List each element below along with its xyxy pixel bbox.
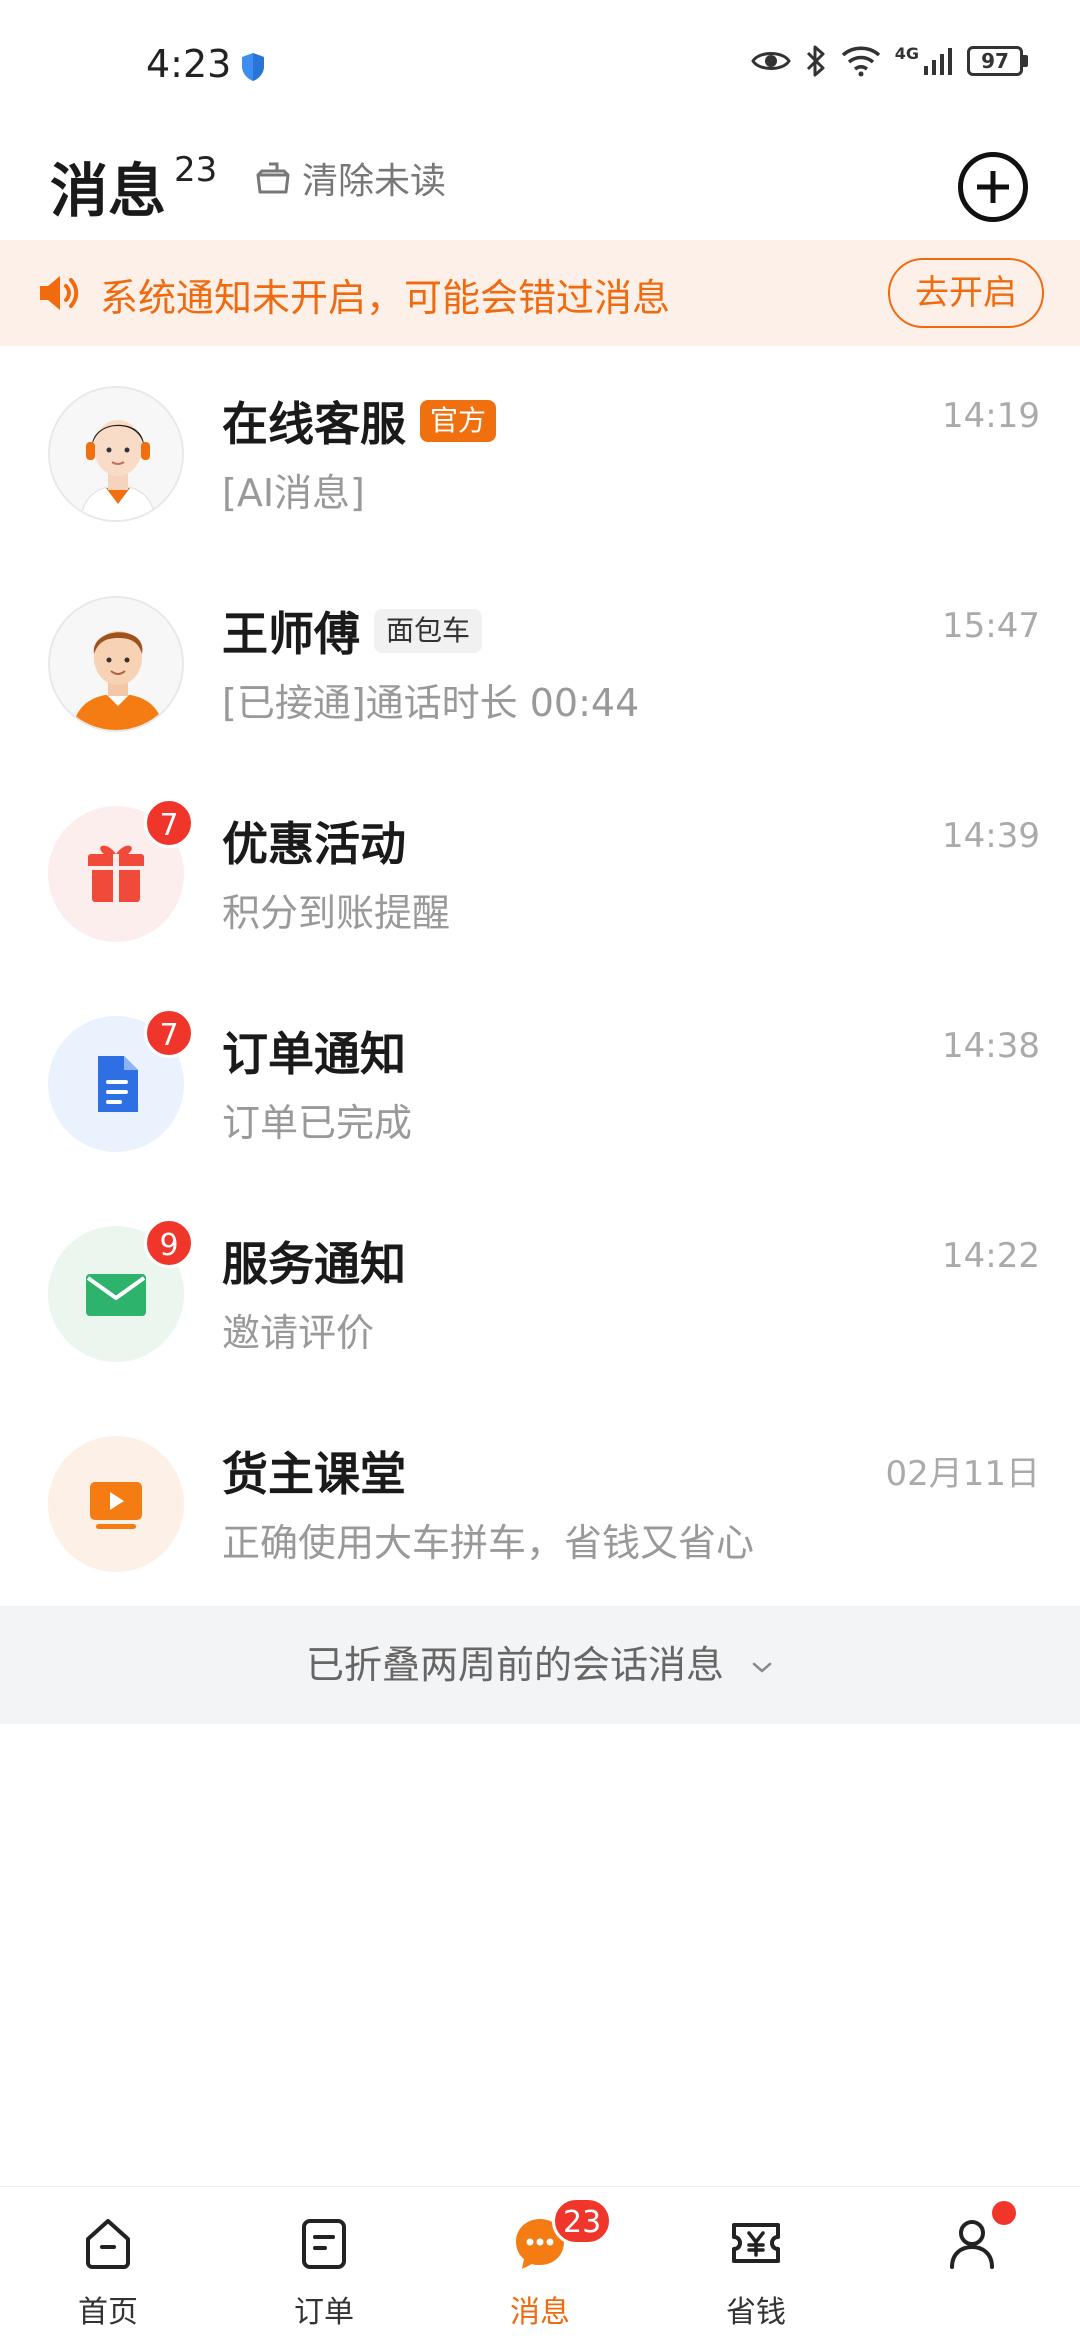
- nav-label: 省钱: [726, 2295, 786, 2330]
- conversation-name: 王师傅: [222, 607, 360, 661]
- status-time: 4:23: [146, 42, 232, 86]
- clear-unread-label: 清除未读: [302, 161, 447, 202]
- broom-icon: [256, 162, 290, 194]
- unread-badge: 7: [144, 1008, 194, 1058]
- signal-icon: [924, 48, 952, 75]
- conversation-preview: 邀请评价: [222, 1311, 375, 1355]
- conversation-item-customer-service[interactable]: 在线客服 官方 [AI消息] 14:19: [0, 346, 1080, 556]
- bottom-navigation: 首页 订单 23 消息 省钱: [0, 2186, 1080, 2340]
- clear-unread-button[interactable]: 清除未读: [254, 152, 446, 204]
- conversation-preview: 订单已完成: [222, 1101, 413, 1145]
- banner-text: 系统通知未开启，可能会错过消息: [100, 276, 671, 320]
- status-icons: 4G 97: [750, 43, 1028, 78]
- eye-icon: [750, 52, 791, 70]
- nav-save-money[interactable]: 省钱: [648, 2187, 864, 2340]
- profile-icon: [950, 2220, 994, 2269]
- nav-orders[interactable]: 订单: [216, 2187, 432, 2340]
- profile-notification-dot: [992, 2201, 1016, 2225]
- page-title: 消息: [50, 157, 167, 225]
- nav-messages[interactable]: 23 消息: [432, 2187, 648, 2340]
- conversation-item-order-notice[interactable]: 7 订单通知 订单已完成 14:38: [0, 976, 1080, 1186]
- conversation-item-service-notice[interactable]: 9 服务通知 邀请评价 14:22: [0, 1186, 1080, 1396]
- folded-conversations-bar[interactable]: 已折叠两周前的会话消息: [0, 1606, 1080, 1724]
- conversation-preview: 积分到账提醒: [222, 891, 451, 935]
- promotions-avatar: 7: [48, 798, 194, 942]
- folded-conversations-label: 已折叠两周前的会话消息: [305, 1643, 724, 1687]
- coupon-icon: [732, 2223, 780, 2263]
- page-header: 消息 23 清除未读: [0, 130, 1080, 240]
- driver-avatar: [48, 596, 184, 732]
- conversation-item-driver[interactable]: 王师傅 面包车 [已接通]通话时长 00:44 15:47: [0, 556, 1080, 766]
- conversation-time: 14:19: [942, 396, 1040, 436]
- order-icon: [302, 2219, 346, 2269]
- conversation-time: 15:47: [942, 606, 1040, 646]
- home-icon: [86, 2219, 130, 2269]
- conversation-name: 货主课堂: [222, 1447, 406, 1501]
- enable-notification-button[interactable]: 去开启: [888, 258, 1044, 328]
- conversation-time: 14:22: [942, 1236, 1040, 1276]
- security-shield-icon: [242, 53, 264, 81]
- nav-label: 消息: [510, 2295, 570, 2330]
- wifi-icon: [841, 46, 880, 77]
- network-type: 4G: [894, 43, 919, 63]
- nav-label: 订单: [294, 2295, 354, 2330]
- shipper-class-avatar: [48, 1436, 184, 1572]
- bluetooth-icon: [806, 45, 825, 77]
- unread-badge: 9: [144, 1218, 194, 1268]
- battery-icon: 97: [967, 46, 1028, 76]
- conversation-preview: 正确使用大车拼车，省钱又省心: [222, 1521, 755, 1565]
- notification-banner: 系统通知未开启，可能会错过消息 去开启: [0, 240, 1080, 346]
- unread-badge: 7: [144, 798, 194, 848]
- conversation-name: 优惠活动: [222, 817, 406, 871]
- speaker-icon: [40, 276, 79, 310]
- conversation-preview: [已接通]通话时长 00:44: [222, 681, 640, 725]
- conversation-item-shipper-class[interactable]: 货主课堂 正确使用大车拼车，省钱又省心 02月11日: [0, 1396, 1080, 1606]
- conversation-name: 订单通知: [222, 1027, 406, 1081]
- customer-service-avatar: [48, 386, 184, 522]
- add-button[interactable]: [958, 152, 1028, 222]
- nav-home[interactable]: 首页: [0, 2187, 216, 2340]
- nav-unread-badge: 23: [552, 2197, 613, 2245]
- battery-level: 97: [967, 46, 1023, 76]
- nav-profile[interactable]: [864, 2187, 1080, 2340]
- unread-count: 23: [174, 150, 218, 190]
- conversation-list: 在线客服 官方 [AI消息] 14:19 王师傅 面包车 [已接通]通话时长 0: [0, 346, 1080, 1606]
- nav-label: 首页: [78, 2295, 138, 2330]
- conversation-name: 在线客服: [222, 397, 406, 451]
- chevron-down-icon: [752, 1662, 772, 1673]
- vehicle-tag: 面包车: [374, 609, 483, 653]
- conversation-name: 服务通知: [222, 1237, 406, 1291]
- conversation-time: 14:39: [942, 816, 1040, 856]
- conversation-item-promotions[interactable]: 7 优惠活动 积分到账提醒 14:39: [0, 766, 1080, 976]
- conversation-time: 14:38: [942, 1026, 1040, 1066]
- service-notice-avatar: 9: [48, 1218, 194, 1362]
- order-notice-avatar: 7: [48, 1008, 194, 1152]
- official-tag: 官方: [420, 400, 497, 442]
- conversation-preview: [AI消息]: [222, 471, 365, 515]
- conversation-time: 02月11日: [885, 1454, 1040, 1494]
- video-icon: [90, 1482, 142, 1529]
- status-bar: 4:23 4G 97: [0, 0, 1080, 130]
